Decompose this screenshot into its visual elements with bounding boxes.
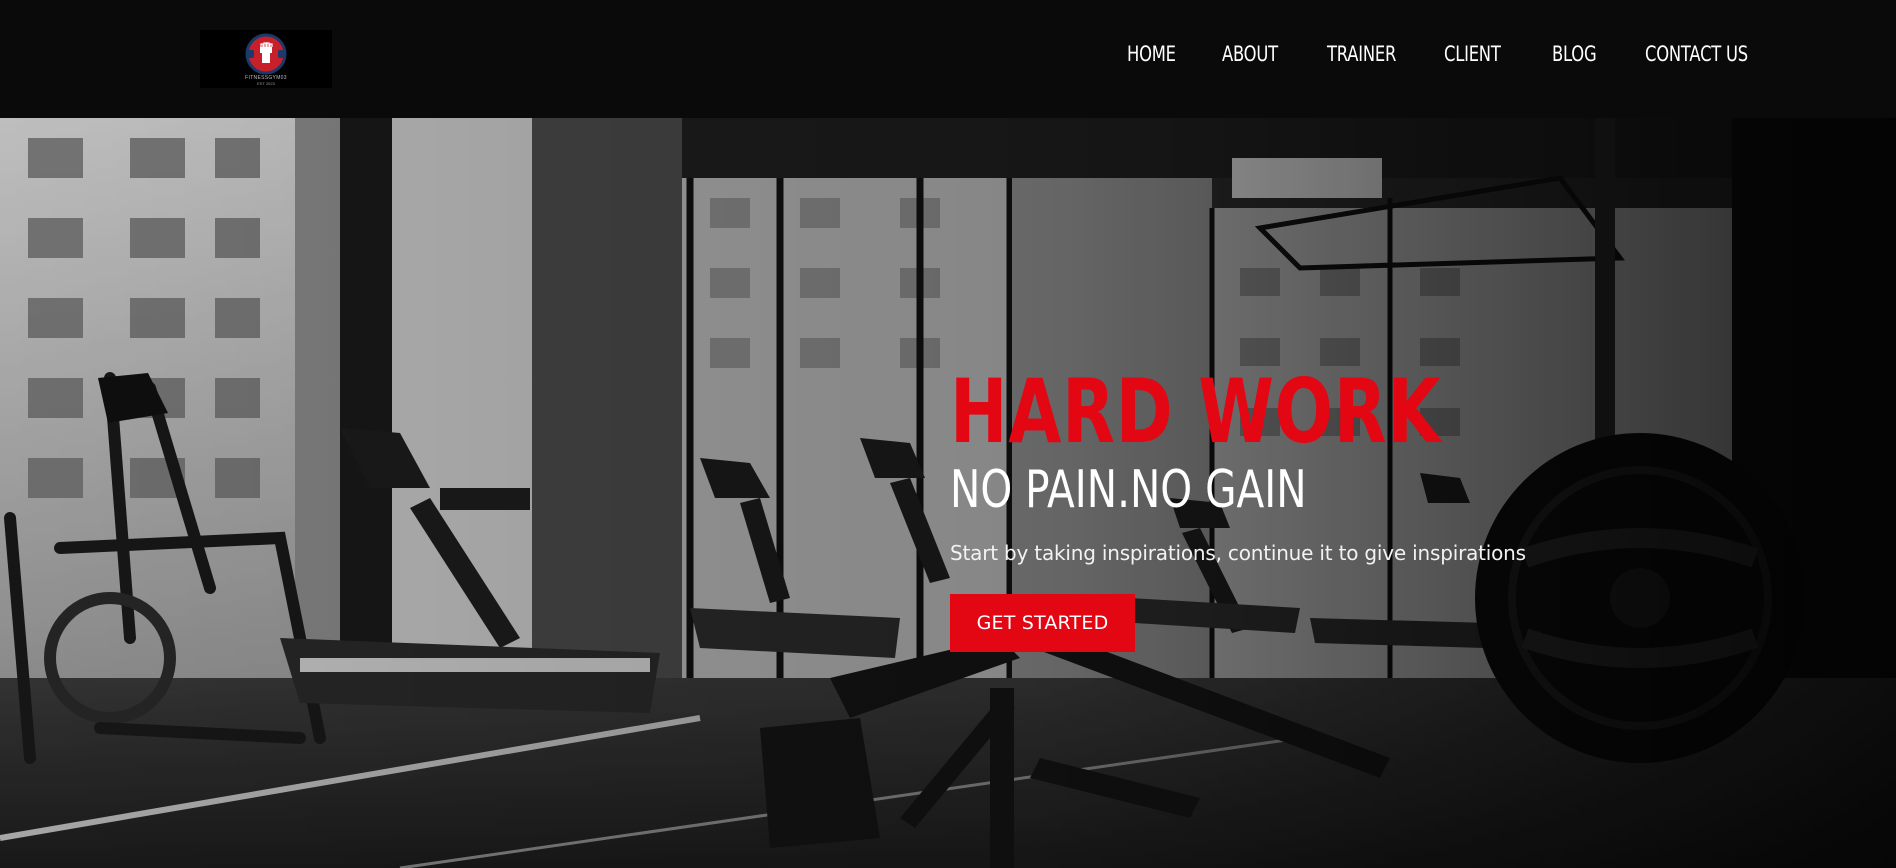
- brand-logo[interactable]: FITNESSGYM03 EST 2023: [200, 30, 332, 88]
- fist-logo-icon: [245, 33, 287, 75]
- nav-about[interactable]: ABOUT: [1222, 42, 1278, 66]
- hero-tagline: Start by taking inspirations, continue i…: [950, 541, 1526, 565]
- top-navbar: FITNESSGYM03 EST 2023 HOME ABOUT TRAINER…: [0, 0, 1896, 118]
- hero-section: HARD WORK NO PAIN.NO GAIN Start by takin…: [0, 118, 1896, 868]
- nav-trainer[interactable]: TRAINER: [1327, 42, 1396, 66]
- hero-subhead: NO PAIN.NO GAIN: [950, 460, 1307, 520]
- main-nav: HOME ABOUT TRAINER CLIENT BLOG CONTACT U…: [1127, 42, 1777, 66]
- nav-blog[interactable]: BLOG: [1552, 42, 1597, 66]
- nav-home[interactable]: HOME: [1127, 42, 1176, 66]
- get-started-button[interactable]: GET STARTED: [950, 594, 1135, 652]
- nav-contact-us[interactable]: CONTACT US: [1645, 42, 1748, 66]
- nav-client[interactable]: CLIENT: [1444, 42, 1501, 66]
- hero-headline: HARD WORK: [950, 360, 1442, 463]
- logo-est: EST 2023: [257, 81, 275, 86]
- gym-background-image: [0, 118, 1896, 868]
